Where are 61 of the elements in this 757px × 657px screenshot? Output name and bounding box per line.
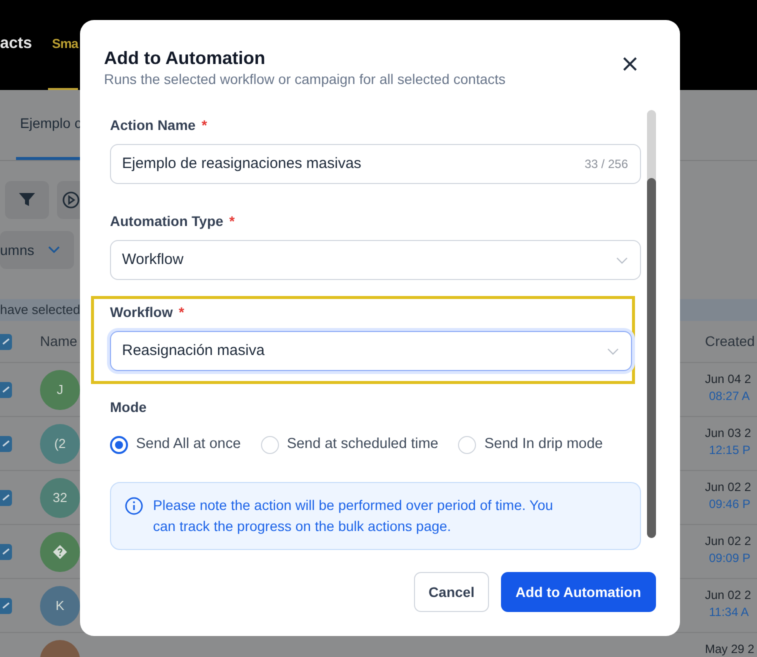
filter-icon (19, 193, 35, 207)
avatar: (2 (40, 424, 80, 464)
checkbox[interactable] (0, 382, 12, 398)
info-icon (125, 496, 143, 515)
field-label: Action Name (110, 117, 196, 133)
character-counter: 33 / 256 (584, 156, 628, 173)
check-icon (2, 548, 10, 556)
mode-label: Mode (110, 398, 148, 416)
submit-button[interactable]: Add to Automation (500, 572, 656, 612)
info-notice: Please note the action will be performed over period of time. You can track the progress on the bulk actions page. (110, 482, 641, 550)
avatar: J (40, 370, 80, 410)
time-text: 12:15 P (708, 442, 752, 459)
columns-button[interactable]: umns (0, 231, 74, 269)
check-icon (2, 494, 10, 502)
required-asterisk: * (229, 213, 235, 229)
play-icon (62, 191, 80, 209)
avatar: K (40, 586, 80, 626)
check-icon (2, 602, 10, 610)
column-header: Created (705, 332, 755, 351)
dialog-subtitle: Runs the selected workflow or campaign for all selected contacts (104, 70, 506, 88)
dialog-title: Add to Automation (104, 47, 266, 70)
scrollbar[interactable] (647, 110, 656, 538)
checkbox[interactable] (0, 436, 12, 452)
date-text: Jun 04 2 (705, 371, 752, 388)
date-text: May 29 2 (705, 641, 754, 657)
date-text: Jun 02 2 (705, 533, 752, 550)
check-icon (2, 440, 10, 448)
filter-button[interactable] (5, 181, 49, 219)
select-field[interactable]: Reasignación masiva (110, 331, 632, 371)
text-field[interactable]: Ejemplo de reasignaciones masivas 33 / 256 (110, 144, 641, 184)
required-asterisk: * (202, 117, 208, 133)
chevron-down-icon (607, 348, 619, 354)
checkbox[interactable] (0, 490, 12, 506)
date-text: Jun 03 2 (705, 425, 752, 442)
selection-note: have selected (0, 301, 80, 320)
time-text: 09:46 P (708, 496, 752, 513)
date-text: Jun 02 2 (705, 479, 752, 496)
chevron-down-icon (616, 256, 628, 264)
field-label: Automation Type (110, 213, 224, 229)
required-asterisk: * (178, 304, 184, 320)
chevron-down-icon (48, 246, 60, 254)
time-text: 11:34 A (708, 604, 750, 621)
checkbox[interactable] (0, 598, 12, 614)
checkbox[interactable] (0, 334, 12, 350)
time-text: 09:09 P (708, 550, 752, 567)
nav-tab[interactable]: acts (0, 0, 32, 90)
check-icon (2, 386, 10, 394)
field-label: Workflow (110, 304, 173, 320)
select-field[interactable]: Workflow (110, 240, 641, 280)
radio-option[interactable]: Send In drip mode (458, 434, 603, 456)
cancel-button[interactable]: Cancel (414, 572, 489, 612)
date-text: Jun 02 2 (705, 587, 752, 604)
column-header: Name (40, 332, 78, 351)
checkbox[interactable] (0, 544, 12, 560)
check-icon (2, 338, 10, 346)
avatar: 32 (40, 478, 80, 518)
unknown-symbol-icon (53, 544, 67, 558)
nav-tab[interactable]: Sma (48, 0, 78, 90)
radio-option[interactable]: Send All at once (110, 434, 241, 456)
radio-option[interactable]: Send at scheduled time (260, 434, 438, 456)
time-text: 08:27 A (708, 388, 751, 405)
